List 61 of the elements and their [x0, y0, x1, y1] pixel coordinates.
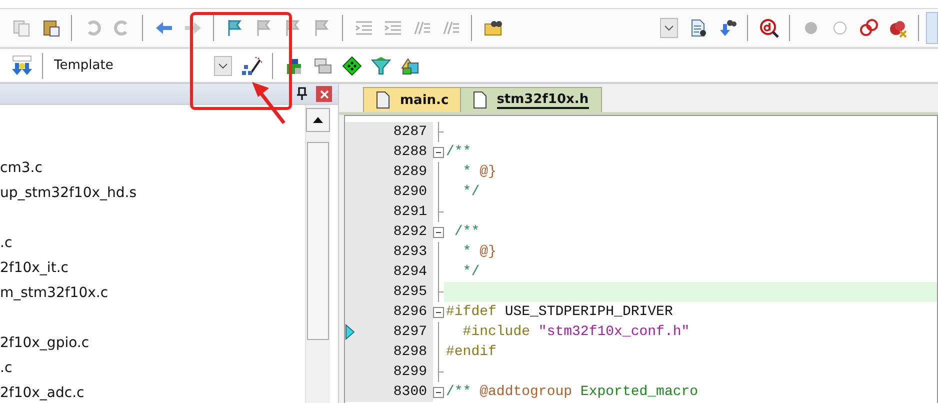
line-number: 8287 — [359, 122, 433, 142]
code-line: */ — [462, 183, 481, 202]
document-icon — [376, 91, 390, 109]
circle-cross-icon — [888, 18, 908, 38]
code-line: #endif — [445, 343, 498, 362]
file-tree-item[interactable]: .c — [0, 356, 305, 381]
file-tree-item[interactable]: up_stm32f10x_hd.s — [0, 181, 305, 206]
file-tab[interactable]: main.c — [363, 87, 462, 112]
code-line: /** — [453, 223, 481, 242]
close-icon — [320, 90, 328, 98]
caret-icon — [664, 25, 674, 31]
file-tree-item[interactable]: .c — [0, 231, 305, 256]
document-icon — [472, 91, 487, 109]
file-tree-item[interactable]: m_stm32f10x.c — [0, 281, 305, 306]
line-number: 8288 — [359, 142, 433, 162]
code-line: #ifdef USE_STDPERIPH_DRIVER — [445, 303, 674, 322]
packs-icon — [400, 56, 420, 76]
code-line: #include "stm32f10x_conf.h" — [462, 323, 691, 342]
code-line: /** @addtogroup Exported_macro — [445, 383, 700, 402]
line-number: 8291 — [359, 202, 433, 222]
rings-icon — [858, 18, 878, 38]
magic-wand-icon — [240, 54, 262, 76]
close-button[interactable] — [316, 86, 332, 102]
line-number: 8296 — [359, 302, 433, 322]
file-tree-item[interactable]: 2f10x_gpio.c — [0, 331, 305, 356]
line-number: 8292 — [359, 222, 433, 242]
code-line: */ — [462, 263, 481, 282]
line-number: 8294 — [359, 262, 433, 282]
current-position-marker-icon — [345, 324, 355, 340]
download-arrows-icon — [10, 54, 32, 76]
line-number: 8290 — [359, 182, 433, 202]
vertical-scrollbar[interactable] — [305, 105, 330, 403]
paste-icon — [40, 18, 60, 38]
file-tree-item[interactable]: 2f10x_adc.c — [0, 381, 305, 403]
file-tree-item[interactable]: cm3.c — [0, 156, 305, 181]
code-line: * @} — [462, 243, 498, 262]
windows-icon — [312, 56, 332, 76]
line-number: 8289 — [359, 162, 433, 182]
copy-icon — [12, 18, 32, 38]
caret-icon — [218, 62, 228, 68]
line-number: 8298 — [359, 342, 433, 362]
debug-icon — [758, 18, 778, 38]
line-number: 8300 — [359, 382, 433, 402]
target-dropdown[interactable] — [214, 56, 232, 76]
scrollbar-thumb[interactable] — [307, 142, 329, 340]
file-tree-item[interactable]: 2f10x_it.c — [0, 256, 305, 281]
line-number: 8295 — [359, 282, 433, 302]
up-arrow-icon — [313, 117, 323, 123]
filter-icon — [370, 56, 390, 76]
find-folder-icon — [482, 18, 502, 38]
code-line: * @} — [462, 163, 498, 182]
scroll-up-button[interactable] — [306, 108, 330, 132]
line-number: 8299 — [359, 362, 433, 382]
file-tab[interactable]: stm32f10x.h — [460, 87, 602, 112]
line-number: 8297 — [359, 322, 433, 342]
pin-icon[interactable] — [296, 87, 308, 101]
dropdown-button[interactable] — [660, 18, 678, 38]
line-number: 8293 — [359, 242, 433, 262]
diamond-icon — [342, 56, 362, 76]
target-name: Template — [53, 58, 114, 73]
code-line: /** — [445, 143, 472, 162]
